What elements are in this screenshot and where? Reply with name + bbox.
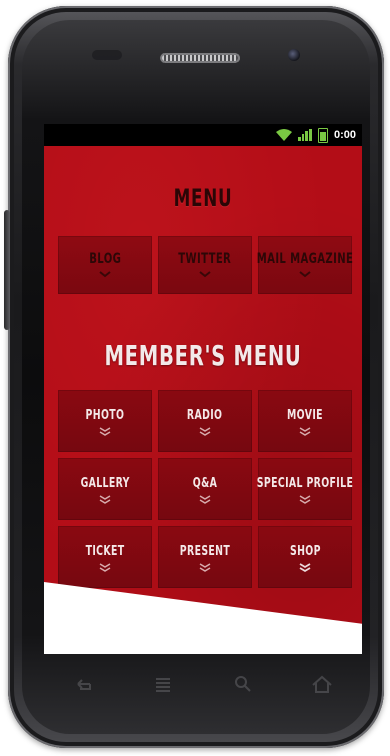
members-item-special-profile[interactable]: SPECIAL PROFILE	[256, 458, 354, 520]
double-chevron-down-icon	[199, 494, 211, 504]
double-chevron-down-icon	[299, 494, 311, 504]
menu-item-label: MAIL MAGAZINE	[256, 251, 354, 267]
phone-screen: 0:00 MENU BLOG TWITTER MAIL MAGAZINE MEM…	[44, 124, 362, 654]
members-item-qa[interactable]: Q&A	[158, 458, 252, 520]
status-icons: 0:00	[275, 127, 356, 143]
volume-button	[4, 210, 10, 330]
members-item-label: SHOP	[289, 543, 321, 559]
menu-title: MENU	[173, 184, 233, 212]
navigation-bar	[44, 664, 362, 704]
menu-item-blog[interactable]: BLOG	[58, 236, 152, 294]
double-chevron-down-icon	[299, 562, 311, 572]
battery-icon	[317, 127, 328, 143]
earpiece-speaker	[160, 53, 240, 63]
members-item-label: MOVIE	[287, 407, 323, 423]
menu-icon[interactable]	[151, 674, 175, 694]
members-item-photo[interactable]: PHOTO	[58, 390, 152, 452]
double-chevron-down-icon	[199, 426, 211, 436]
double-chevron-down-icon	[199, 562, 211, 572]
members-item-gallery[interactable]: GALLERY	[58, 458, 152, 520]
status-bar: 0:00	[44, 124, 362, 146]
status-time: 0:00	[333, 129, 356, 141]
home-icon[interactable]	[310, 674, 334, 694]
menu-item-mail-magazine[interactable]: MAIL MAGAZINE	[256, 236, 354, 294]
members-item-radio[interactable]: RADIO	[158, 390, 252, 452]
members-item-label: SPECIAL PROFILE	[256, 475, 354, 491]
members-item-movie[interactable]: MOVIE	[258, 390, 352, 452]
chevron-down-icon	[199, 271, 211, 279]
front-camera-icon	[288, 49, 300, 61]
members-item-label: PRESENT	[179, 543, 231, 559]
menu-item-label: TWITTER	[178, 251, 232, 267]
wifi-icon	[275, 129, 292, 141]
members-item-ticket[interactable]: TICKET	[58, 526, 152, 588]
double-chevron-down-icon	[99, 562, 111, 572]
members-item-label: RADIO	[187, 407, 223, 423]
search-icon[interactable]	[231, 674, 255, 694]
members-item-label: Q&A	[192, 475, 218, 491]
menu-grid: BLOG TWITTER MAIL MAGAZINE	[58, 236, 354, 294]
members-menu-title: MEMBER'S MENU	[104, 339, 302, 372]
members-item-shop[interactable]: SHOP	[258, 526, 352, 588]
members-menu-grid: PHOTO RADIO MOVIE GALLERY Q&A SPECIAL PR…	[58, 390, 354, 588]
members-item-label: PHOTO	[85, 407, 125, 423]
members-item-present[interactable]: PRESENT	[158, 526, 252, 588]
double-chevron-down-icon	[299, 426, 311, 436]
chevron-down-icon	[99, 271, 111, 279]
chevron-down-icon	[299, 271, 311, 279]
app-content: MENU BLOG TWITTER MAIL MAGAZINE MEMBER'S…	[44, 146, 362, 654]
menu-item-label: BLOG	[88, 251, 122, 267]
double-chevron-down-icon	[99, 494, 111, 504]
proximity-sensor	[92, 50, 122, 60]
menu-item-twitter[interactable]: TWITTER	[158, 236, 252, 294]
back-icon[interactable]	[72, 674, 96, 694]
double-chevron-down-icon	[99, 426, 111, 436]
members-item-label: GALLERY	[80, 475, 130, 491]
signal-icon	[297, 129, 312, 141]
members-item-label: TICKET	[85, 543, 125, 559]
